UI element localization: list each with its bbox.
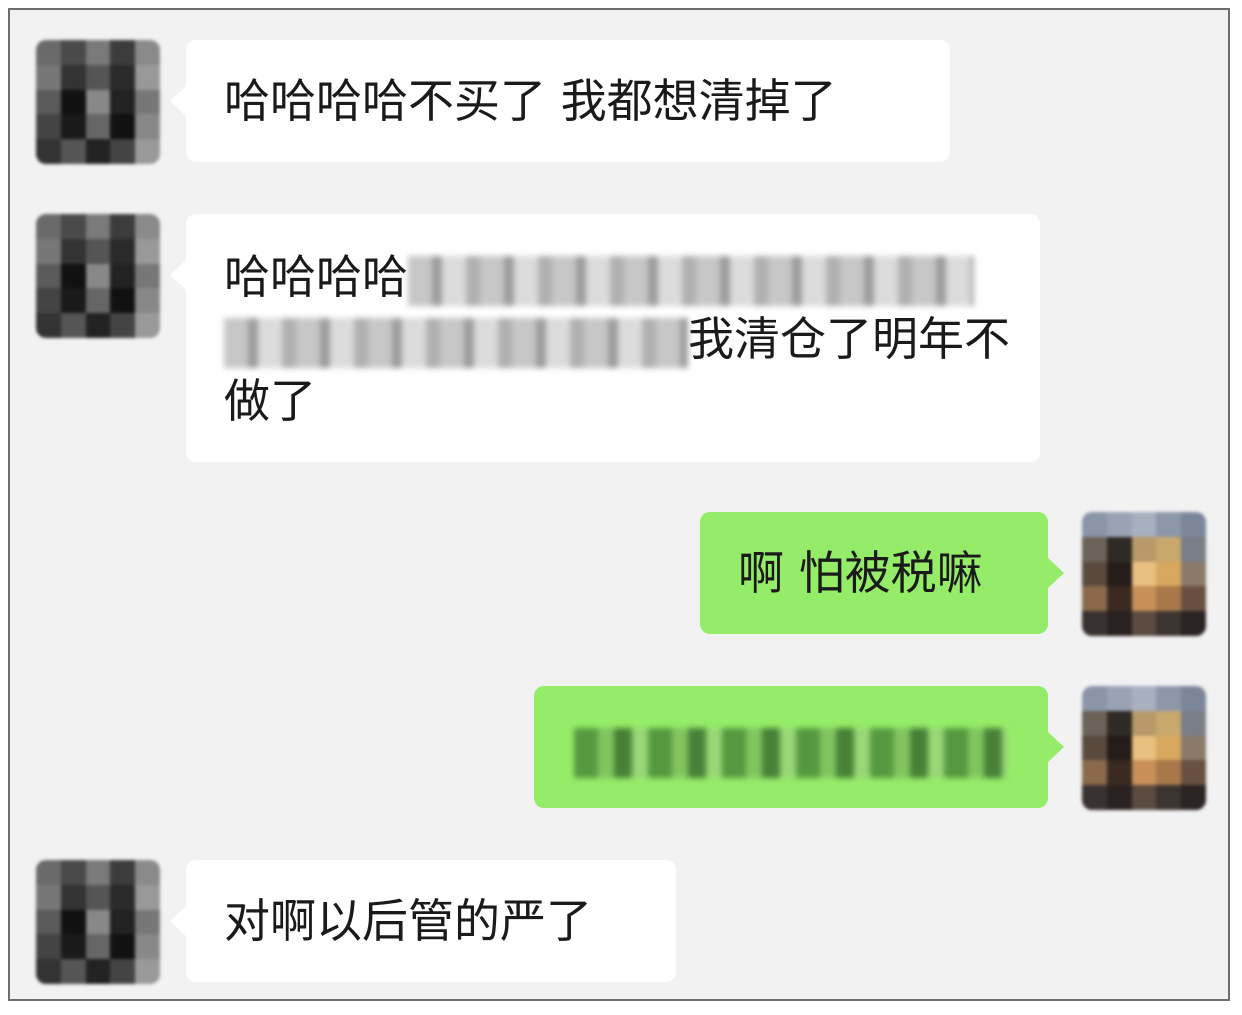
message-text: 啊 怕被税嘛	[738, 546, 983, 600]
self-avatar[interactable]	[1082, 686, 1206, 810]
message-bubble[interactable]: 对啊以后管的严了	[170, 860, 676, 982]
bubble-tail	[170, 906, 186, 936]
bubble-tail	[1048, 558, 1064, 588]
chat-window: 哈哈哈哈不买了 我都想清掉了 哈哈哈哈 我清仓了明年不做了 啊 怕被税嘛 对啊以…	[8, 8, 1230, 1001]
message-text: 哈哈哈哈不买了 我都想清掉了	[224, 74, 837, 128]
redacted-text	[224, 317, 688, 368]
message-bubble[interactable]: 啊 怕被税嘛	[700, 512, 1064, 634]
contact-avatar[interactable]	[36, 860, 160, 984]
message-text: 哈哈哈哈	[224, 250, 408, 304]
bubble-tail	[170, 86, 186, 116]
self-avatar[interactable]	[1082, 512, 1206, 636]
message-bubble[interactable]: 哈哈哈哈 我清仓了明年不做了	[170, 214, 1040, 462]
contact-avatar[interactable]	[36, 214, 160, 338]
redacted-text	[574, 727, 1008, 778]
message-bubble[interactable]: 哈哈哈哈不买了 我都想清掉了	[170, 40, 950, 162]
redacted-text	[408, 255, 974, 306]
message-text: 对啊以后管的严了	[224, 894, 592, 948]
contact-avatar[interactable]	[36, 40, 160, 164]
message-bubble[interactable]	[534, 686, 1064, 808]
bubble-tail	[170, 260, 186, 290]
bubble-tail	[1048, 732, 1064, 762]
